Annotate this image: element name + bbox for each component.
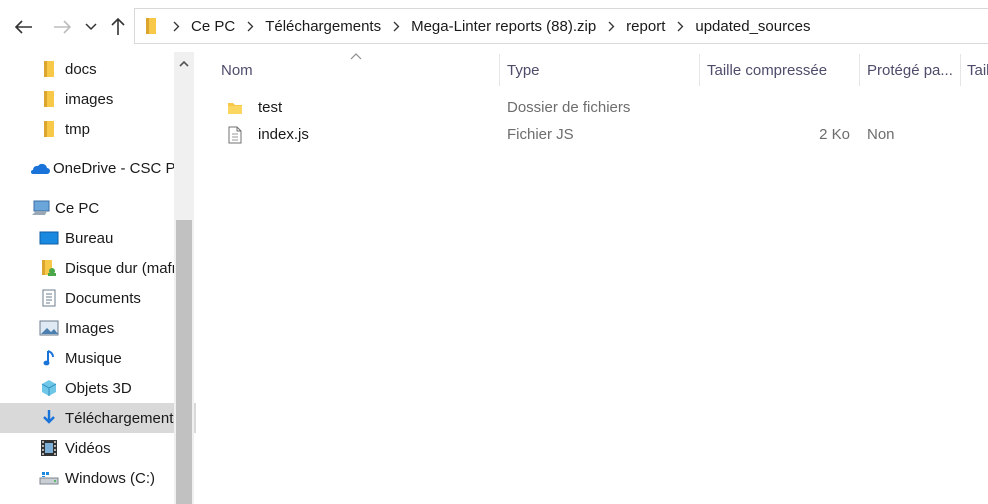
computer-icon bbox=[30, 198, 52, 218]
sidebar-item-label: Documents bbox=[65, 289, 141, 307]
chevron-right-icon[interactable] bbox=[598, 21, 624, 32]
chevron-right-icon[interactable] bbox=[383, 21, 409, 32]
file-type: Dossier de fichiers bbox=[507, 99, 631, 116]
sidebar-item-label: Musique bbox=[65, 349, 122, 367]
breadcrumb-item-telechargements[interactable]: Téléchargements bbox=[263, 18, 383, 35]
arrow-up-icon bbox=[111, 18, 125, 35]
sidebar-item-label: Bureau bbox=[65, 229, 114, 247]
chevron-right-icon[interactable] bbox=[237, 21, 263, 32]
folder-icon bbox=[139, 17, 163, 35]
objects-3d-icon bbox=[38, 378, 60, 398]
sidebar-item-tmp[interactable]: tmp bbox=[0, 114, 196, 144]
sidebar-item-musique[interactable]: Musique bbox=[0, 343, 196, 373]
chevron-up-icon bbox=[179, 60, 189, 67]
column-size[interactable]: Tail bbox=[967, 52, 988, 88]
sidebar-item-label: docs bbox=[65, 60, 97, 78]
column-compressed-size[interactable]: Taille compressée bbox=[707, 52, 857, 88]
column-divider[interactable] bbox=[960, 54, 961, 86]
recent-locations-button[interactable] bbox=[81, 14, 101, 40]
videos-icon bbox=[38, 438, 60, 458]
music-icon bbox=[38, 348, 60, 368]
file-name-cell: index.js bbox=[224, 121, 309, 148]
folder-icon bbox=[38, 59, 60, 79]
sidebar-item-label: Disque dur (mafr bbox=[65, 259, 177, 277]
folder-icon bbox=[224, 98, 246, 118]
file-row-test[interactable]: test Dossier de fichiers bbox=[214, 94, 988, 121]
back-button[interactable] bbox=[12, 14, 36, 40]
sidebar-item-disque-dur[interactable]: Disque dur (mafr bbox=[0, 253, 196, 283]
sidebar-item-label: Images bbox=[65, 319, 115, 337]
sidebar-item-bureau[interactable]: Bureau bbox=[0, 223, 196, 253]
sidebar-item-label: Ce PC bbox=[55, 199, 100, 217]
sidebar-item-label: tmp bbox=[65, 120, 91, 138]
folder-icon bbox=[38, 89, 60, 109]
column-protected[interactable]: Protégé pa... bbox=[867, 52, 959, 88]
forward-button[interactable] bbox=[50, 14, 74, 40]
file-row-index-js[interactable]: index.js Fichier JS 2 Ko Non bbox=[214, 121, 988, 148]
downloads-icon bbox=[38, 408, 60, 428]
file-name-cell: test bbox=[224, 94, 282, 121]
column-divider[interactable] bbox=[699, 54, 700, 86]
breadcrumb-item-zip[interactable]: Mega-Linter reports (88).zip bbox=[409, 18, 598, 35]
column-type[interactable]: Type bbox=[507, 52, 697, 88]
scroll-up-button[interactable] bbox=[174, 52, 194, 74]
drive-icon bbox=[38, 468, 60, 488]
breadcrumb-item-report[interactable]: report bbox=[624, 18, 667, 35]
arrow-left-icon bbox=[15, 20, 32, 34]
sidebar-item-label: OneDrive - CSC Pr bbox=[53, 159, 181, 177]
sidebar-item-telechargements[interactable]: Téléchargements bbox=[0, 403, 196, 433]
address-toolbar: Ce PC Téléchargements Mega-Linter report… bbox=[0, 0, 988, 52]
sidebar-item-videos[interactable]: Vidéos bbox=[0, 433, 196, 463]
column-divider[interactable] bbox=[499, 54, 500, 86]
sidebar-item-label: images bbox=[65, 90, 114, 108]
pictures-icon bbox=[38, 318, 60, 338]
sidebar-item-label: Vidéos bbox=[65, 439, 111, 457]
chevron-right-icon[interactable] bbox=[667, 21, 693, 32]
documents-icon bbox=[38, 288, 60, 308]
breadcrumb-item-ce-pc[interactable]: Ce PC bbox=[189, 18, 237, 35]
breadcrumb-item-updated-sources[interactable]: updated_sources bbox=[693, 18, 812, 35]
sidebar-item-images-folder[interactable]: images bbox=[0, 84, 196, 114]
sidebar-item-label: Windows (C:) bbox=[65, 469, 156, 487]
sidebar-scrollbar[interactable] bbox=[174, 52, 194, 504]
column-name[interactable]: Nom bbox=[221, 52, 491, 88]
sidebar-item-windows-c[interactable]: Windows (C:) bbox=[0, 463, 196, 493]
chevron-right-icon[interactable] bbox=[163, 21, 189, 32]
file-name: index.js bbox=[258, 126, 309, 143]
navigation-pane: docs images tmp OneDrive - CSC Pr Ce PC … bbox=[0, 52, 196, 504]
folder-icon bbox=[38, 119, 60, 139]
sidebar-item-objets-3d[interactable]: Objets 3D bbox=[0, 373, 196, 403]
onedrive-icon bbox=[28, 158, 50, 178]
file-icon bbox=[224, 125, 246, 145]
file-compressed-size: 2 Ko bbox=[819, 126, 850, 143]
column-header: Nom Type Taille compressée Protégé pa...… bbox=[196, 52, 988, 88]
desktop-icon bbox=[38, 228, 60, 248]
file-protected: Non bbox=[867, 126, 895, 143]
sidebar-item-images[interactable]: Images bbox=[0, 313, 196, 343]
sidebar-item-ce-pc[interactable]: Ce PC bbox=[0, 193, 196, 223]
up-button[interactable] bbox=[106, 14, 130, 40]
sidebar-item-label: Téléchargements bbox=[65, 409, 181, 427]
file-type: Fichier JS bbox=[507, 126, 574, 143]
user-folder-icon bbox=[38, 258, 60, 278]
sidebar-item-docs[interactable]: docs bbox=[0, 54, 196, 84]
address-bar[interactable]: Ce PC Téléchargements Mega-Linter report… bbox=[134, 8, 988, 44]
sidebar-item-label: Objets 3D bbox=[65, 379, 132, 397]
chevron-down-icon bbox=[85, 23, 97, 31]
sidebar-item-onedrive[interactable]: OneDrive - CSC Pr bbox=[0, 153, 196, 183]
file-name: test bbox=[258, 99, 283, 116]
arrow-right-icon bbox=[54, 20, 71, 34]
sidebar-item-documents[interactable]: Documents bbox=[0, 283, 196, 313]
scrollbar-thumb[interactable] bbox=[176, 220, 192, 504]
breadcrumb: Ce PC Téléchargements Mega-Linter report… bbox=[135, 9, 812, 43]
column-divider[interactable] bbox=[859, 54, 860, 86]
